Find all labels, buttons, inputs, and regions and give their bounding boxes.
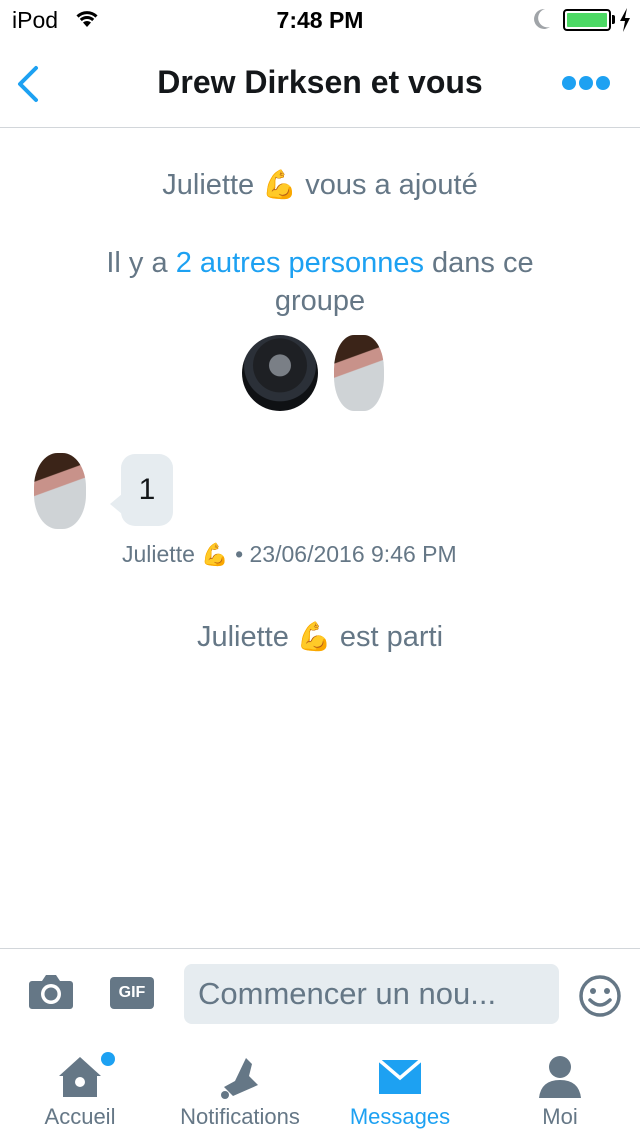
battery-tip: [612, 15, 615, 24]
left-name: Juliette: [196, 621, 289, 653]
added-by-notice: Juliette 💪 vous a ajouté: [0, 168, 640, 202]
left-notice: Juliette 💪 est parti: [0, 620, 640, 654]
group-members-link[interactable]: 2 autres personnes: [176, 247, 424, 279]
message-timestamp: 23/06/2016 9:46 PM: [249, 541, 457, 567]
left-text: est parti: [339, 621, 444, 653]
battery-icon: [563, 9, 611, 31]
status-bar: iPod 7:48 PM: [0, 0, 640, 40]
tab-label: Notifications: [180, 1104, 300, 1129]
tab-home[interactable]: Accueil: [0, 1036, 160, 1136]
avatar[interactable]: [334, 335, 384, 411]
sender-avatar[interactable]: [34, 453, 86, 529]
moon-icon: [534, 8, 550, 29]
tab-notifications[interactable]: Notifications: [160, 1036, 320, 1136]
group-avatars[interactable]: [0, 335, 640, 413]
avatar[interactable]: [242, 335, 318, 411]
composer-bar: GIF Commencer un nou...: [0, 948, 640, 1036]
notification-dot: [101, 1052, 115, 1066]
meta-separator: •: [235, 541, 244, 567]
tab-label: Moi: [542, 1104, 578, 1129]
conversation-title: Drew Dirksen et vous: [157, 64, 483, 100]
flexed-biceps-emoji: 💪: [296, 621, 332, 652]
message-input[interactable]: Commencer un nou...: [184, 964, 559, 1024]
battery-level: [567, 13, 607, 27]
flexed-biceps-emoji: 💪: [201, 542, 229, 567]
more-options-icon[interactable]: [562, 74, 610, 92]
camera-icon[interactable]: [28, 971, 74, 1011]
tab-label: Messages: [349, 1104, 451, 1129]
gif-button[interactable]: GIF: [110, 977, 154, 1009]
tab-messages[interactable]: Messages: [320, 1036, 480, 1136]
home-icon: [59, 1057, 101, 1097]
flexed-biceps-emoji: 💪: [262, 169, 298, 200]
message-meta: Juliette 💪 • 23/06/2016 9:46 PM: [122, 541, 457, 568]
person-icon: [539, 1056, 581, 1098]
smiley-icon[interactable]: [578, 974, 622, 1018]
envelope-icon: [377, 1058, 423, 1094]
message-sender: Juliette: [122, 541, 195, 567]
charging-bolt-icon: [620, 8, 630, 32]
added-by-text: vous a ajouté: [305, 169, 478, 201]
tab-bar: Accueil Notifications Messages Moi: [0, 1036, 640, 1136]
bell-icon: [221, 1058, 258, 1099]
added-by-name: Juliette: [162, 169, 255, 201]
screen: iPod 7:48 PM Drew Dirksen et vous Juliet…: [0, 0, 640, 1136]
tab-label: Accueil: [44, 1104, 116, 1129]
message-bubble[interactable]: 1: [121, 454, 173, 526]
message-text: 1: [138, 473, 156, 506]
tab-me[interactable]: Moi: [480, 1036, 640, 1136]
nav-bar: Drew Dirksen et vous: [0, 40, 640, 128]
group-info-notice: Il y a 2 autres personnes dans ce groupe: [0, 244, 640, 320]
group-info-prefix: Il y a: [106, 247, 168, 279]
